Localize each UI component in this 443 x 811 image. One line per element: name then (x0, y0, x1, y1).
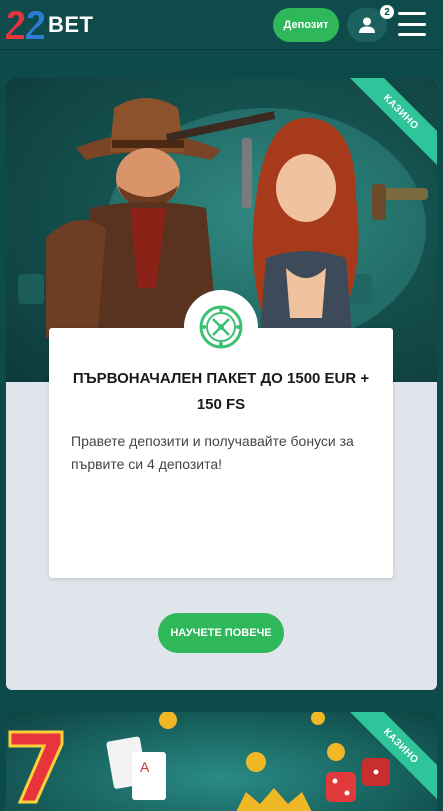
promo-card: КАЗИНО ПЪРВОНАЧАЛЕН ПАКЕТ ДО 1500 EUR + … (6, 78, 437, 690)
notification-badge: 2 (380, 5, 394, 19)
user-icon (359, 17, 375, 33)
offer-description: Правете депозити и получавайте бонуси за… (71, 433, 354, 472)
hamburger-menu-icon[interactable] (398, 12, 426, 36)
logo-text: BET (48, 12, 94, 37)
site-logo[interactable]: BET (6, 8, 106, 42)
roulette-badge (184, 290, 258, 364)
deposit-button[interactable]: Депозит (273, 8, 339, 42)
svg-text:A: A (140, 759, 150, 775)
offer-title: ПЪРВОНАЧАЛЕН ПАКЕТ ДО 1500 EUR + 150 FS (72, 370, 370, 413)
logo-22-mark (6, 11, 44, 39)
learn-more-button[interactable]: НАУЧЕТЕ ПОВЕЧЕ (158, 613, 284, 653)
promo-card-2[interactable]: A КАЗИНО (6, 712, 437, 811)
roulette-icon (199, 305, 243, 349)
offer-panel: ПЪРВОНАЧАЛЕН ПАКЕТ ДО 1500 EUR + 150 FS … (49, 328, 393, 578)
top-header: BET Депозит 2 (0, 0, 443, 50)
